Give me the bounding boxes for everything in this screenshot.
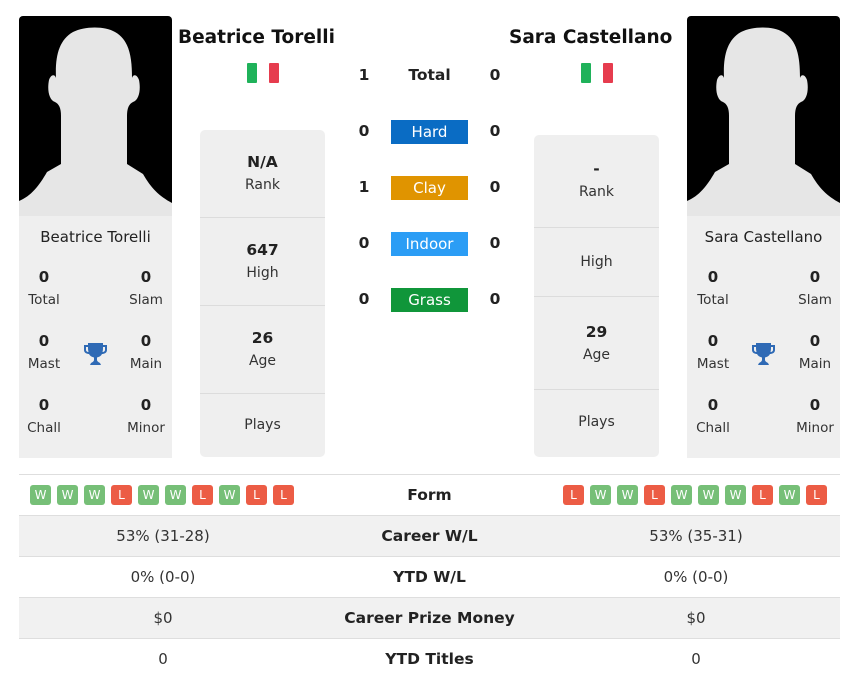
form-badge-win[interactable]: W [671,485,692,505]
player-2-ytd-wl: 0% (0-0) [663,568,729,586]
player-1-titles-main: 0 Main [129,332,163,372]
h2h-indoor-right: 0 [489,234,501,252]
player-1-titles-slam: 0 Slam [129,268,163,308]
player-1-rank-panel: N/A Rank 647 High 26 Age Plays [200,130,325,457]
form-badge-win[interactable]: W [725,485,746,505]
ytd-titles-label: YTD Titles [385,650,474,668]
form-badge-loss[interactable]: L [644,485,665,505]
player-2-card: Sara Castellano 0 Total 0 Slam 0 Mast 0 … [687,216,840,458]
h2h-grass-left: 0 [358,290,370,308]
player-1-high: 647 High [200,217,325,305]
player-1-career-wl: 53% (31-28) [116,527,210,545]
h2h-clay-left: 1 [358,178,370,196]
form-badge-loss[interactable]: L [273,485,294,505]
prize-money-label: Career Prize Money [344,609,515,627]
form-label: Form [407,486,452,504]
surface-grass-badge[interactable]: Grass [391,288,468,312]
player-2-photo [687,16,840,216]
player-2-titles-minor: 0 Minor [796,396,834,436]
form-badge-win[interactable]: W [617,485,638,505]
player-2-titles-main: 0 Main [798,332,832,372]
form-badge-loss[interactable]: L [752,485,773,505]
player-1-ytd-wl: 0% (0-0) [130,568,196,586]
ytd-wl-label: YTD W/L [393,568,466,586]
ytd-titles-row: 0 YTD Titles 0 [19,638,840,679]
h2h-clay-right: 0 [489,178,501,196]
player-1-form: WWWLWWLWLL [30,485,294,505]
form-badge-loss[interactable]: L [563,485,584,505]
surface-hard-badge[interactable]: Hard [391,120,468,144]
h2h-total-label: Total [408,66,451,84]
player-2-card-name: Sara Castellano [704,228,823,246]
player-2-titles-slam: 0 Slam [798,268,832,308]
player-1-photo [19,16,172,216]
player-1-titles-mast: 0 Mast [27,332,61,372]
surface-indoor-badge[interactable]: Indoor [391,232,468,256]
h2h-hard-left: 0 [358,122,370,140]
h2h-total-left: 1 [358,66,370,84]
player-1-titles-minor: 0 Minor [127,396,165,436]
player-2-titles-mast: 0 Mast [696,332,730,372]
player-1-card-name: Beatrice Torelli [40,228,151,246]
surface-clay-badge[interactable]: Clay [391,176,468,200]
form-row: WWWLWWLWLL Form LWWLWWWLWL [19,474,840,515]
h2h-indoor-left: 0 [358,234,370,252]
form-badge-loss[interactable]: L [246,485,267,505]
player-2-form: LWWLWWWLWL [563,485,827,505]
form-badge-win[interactable]: W [698,485,719,505]
form-badge-win[interactable]: W [138,485,159,505]
player-2-prize-money: $0 [686,609,706,627]
player-2-ytd-titles: 0 [691,650,701,668]
player-2-high: High [534,227,659,297]
career-wl-row: 53% (31-28) Career W/L 53% (35-31) [19,515,840,556]
form-badge-loss[interactable]: L [806,485,827,505]
player-2-titles-chall: 0 Chall [696,396,730,436]
italy-flag-icon [247,63,279,83]
player-1-titles-total: 0 Total [28,268,60,308]
form-badge-win[interactable]: W [84,485,105,505]
player-1-age: 26 Age [200,305,325,393]
player-1-name[interactable]: Beatrice Torelli [178,27,335,48]
h2h-total-right: 0 [489,66,501,84]
player-1-titles-chall: 0 Chall [27,396,61,436]
prize-money-row: $0 Career Prize Money $0 [19,597,840,638]
player-2-plays: Plays [534,389,659,457]
form-badge-win[interactable]: W [219,485,240,505]
player-2-age: 29 Age [534,296,659,389]
form-badge-loss[interactable]: L [192,485,213,505]
form-badge-win[interactable]: W [30,485,51,505]
trophy-icon [752,343,775,365]
form-badge-win[interactable]: W [779,485,800,505]
form-badge-loss[interactable]: L [111,485,132,505]
form-badge-win[interactable]: W [165,485,186,505]
player-2-name[interactable]: Sara Castellano [509,27,672,48]
h2h-grass-right: 0 [489,290,501,308]
form-badge-win[interactable]: W [590,485,611,505]
trophy-icon [84,343,107,365]
ytd-wl-row: 0% (0-0) YTD W/L 0% (0-0) [19,556,840,597]
h2h-hard-right: 0 [489,122,501,140]
player-2-titles-total: 0 Total [697,268,729,308]
player-2-rank: - Rank [579,160,614,200]
career-wl-label: Career W/L [381,527,478,545]
player-1-plays: Plays [200,393,325,457]
form-badge-win[interactable]: W [57,485,78,505]
player-1-ytd-titles: 0 [158,650,168,668]
player-1-prize-money: $0 [153,609,173,627]
player-2-career-wl: 53% (35-31) [649,527,743,545]
italy-flag-icon [581,63,613,83]
silhouette-icon [19,27,172,216]
player-2-rank-panel: - Rank High 29 Age Plays [534,135,659,457]
player-1-rank: N/A Rank [245,153,280,193]
silhouette-icon [687,27,840,216]
player-1-card: Beatrice Torelli 0 Total 0 Slam 0 Mast 0… [19,216,172,458]
